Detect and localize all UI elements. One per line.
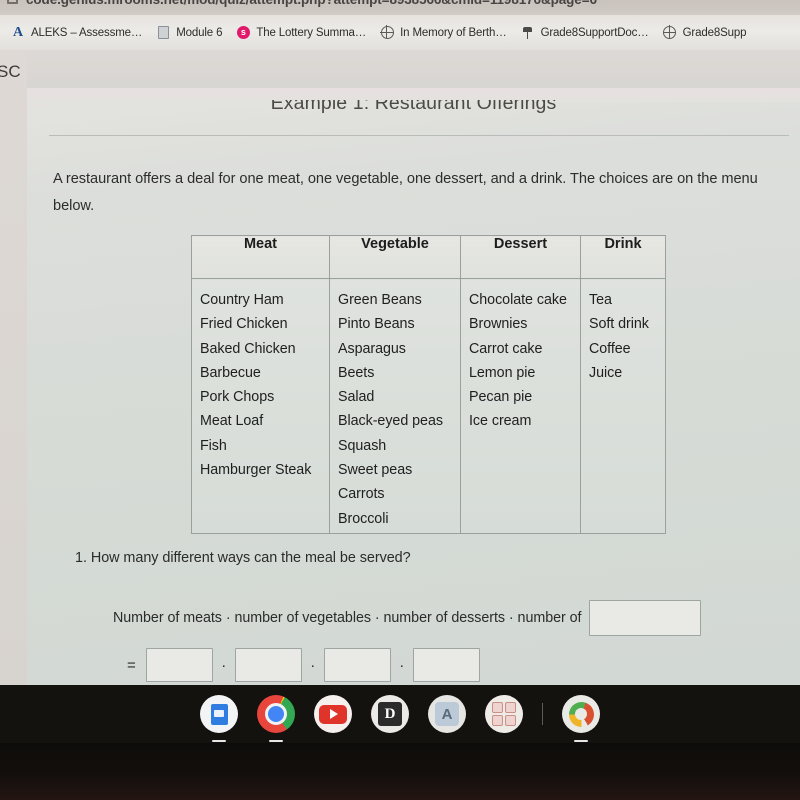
document-icon — [156, 26, 170, 40]
list-item: Squash — [338, 437, 387, 454]
list-item: Barbecue — [200, 364, 261, 381]
table-body-row: Country Ham Fried Chicken Baked Chicken Bar… — [191, 278, 666, 534]
screen: code.genius.mrooms.net/mod/quiz/attempt.… — [0, 0, 800, 800]
list-item: Hamburger Steak — [200, 462, 312, 479]
bookmark-label: In Memory of Berth… — [400, 26, 507, 39]
bookmark-module-6[interactable]: Module 6 — [149, 20, 229, 46]
bookmark-label: Module 6 — [176, 26, 223, 39]
multiply-dot: · — [310, 656, 316, 674]
browser-address-bar[interactable]: code.genius.mrooms.net/mod/quiz/attempt.… — [0, 0, 800, 15]
menu-table: Meat Vegetable Dessert Drink Country Ham… — [191, 235, 666, 534]
list-item: Sweet peas — [338, 462, 413, 479]
cell-drink-list: Tea Soft drink Coffee Juice — [580, 278, 666, 534]
list-item: Fried Chicken — [200, 316, 288, 333]
list-item: Beets — [338, 364, 375, 381]
table-header-row: Meat Vegetable Dessert Drink — [191, 235, 666, 279]
equals-sign: = — [127, 656, 136, 674]
globe-icon — [380, 26, 394, 40]
dessert-list: Chocolate cake Brownies Carrot cake Lemon p… — [469, 288, 580, 434]
pink-circle-icon: s — [236, 26, 250, 40]
page-left-rail — [0, 50, 27, 685]
address-bar-url: code.genius.mrooms.net/mod/quiz/attempt.… — [26, 0, 597, 7]
desmos-icon[interactable]: D — [371, 695, 409, 733]
taskbar-icons: D A — [0, 685, 800, 743]
google-slides-icon[interactable] — [200, 695, 238, 733]
aleks-icon: A — [12, 24, 24, 40]
multiply-dot: · — [399, 656, 405, 674]
equation-input-drinks[interactable] — [412, 648, 480, 682]
column-header-meat: Meat — [191, 235, 330, 279]
equation-row: = · · · — [127, 648, 480, 682]
formula-label: Number of meats · number of vegetables ·… — [113, 610, 582, 626]
bookmark-the-lottery-summary[interactable]: s The Lottery Summa… — [229, 20, 373, 46]
equation-input-meats[interactable] — [145, 648, 213, 682]
question-1-text: 1. How many different ways can the meal … — [75, 550, 411, 566]
column-header-vegetable: Vegetable — [329, 235, 461, 279]
list-item: Carrot cake — [469, 340, 543, 357]
list-item: Chocolate cake — [469, 292, 567, 308]
bookmark-label: Grade8SupportDoc… — [540, 26, 649, 39]
lock-icon — [7, 0, 18, 4]
divider — [49, 135, 789, 136]
list-item: Pecan pie — [469, 389, 533, 406]
cell-meat-list: Country Ham Fried Chicken Baked Chicken Bar… — [191, 278, 330, 534]
taskbar: D A — [0, 685, 800, 743]
list-item: Pork Chops — [200, 389, 275, 406]
calculator-grid-icon[interactable] — [485, 695, 523, 733]
cell-dessert-list: Chocolate cake Brownies Carrot cake Lemon p… — [460, 278, 581, 534]
list-item: Ice cream — [469, 413, 532, 430]
list-item: Baked Chicken — [200, 340, 296, 357]
bookmark-grade8supp[interactable]: Grade8Supp — [656, 20, 754, 46]
formula-row: Number of meats · number of vegetables ·… — [113, 600, 783, 636]
chrome-icon[interactable] — [257, 695, 295, 733]
cell-vegetable-list: Green Beans Pinto Beans Asparagus Beets Sala… — [329, 278, 461, 534]
list-item: Country Ham — [200, 292, 284, 308]
taskbar-separator — [542, 703, 543, 725]
youtube-icon[interactable] — [314, 695, 352, 733]
vegetable-list: Green Beans Pinto Beans Asparagus Beets Sala… — [338, 288, 460, 531]
intro-paragraph: A restaurant offers a deal for one meat,… — [53, 171, 758, 214]
list-item: Pinto Beans — [338, 316, 415, 333]
bookmark-label: ALEKS – Assessme… — [31, 26, 143, 39]
meat-list: Country Ham Fried Chicken Baked Chicken Bar… — [200, 288, 329, 482]
activity-ring-icon[interactable] — [562, 695, 600, 733]
column-header-drink: Drink — [580, 235, 666, 279]
column-header-dessert: Dessert — [460, 235, 581, 279]
list-item: Salad — [338, 389, 375, 406]
list-item: Fish — [200, 437, 227, 454]
desmos-letter: D — [378, 702, 402, 726]
globe-icon — [662, 26, 677, 40]
pin-icon — [521, 26, 535, 40]
answer-blank-drinks[interactable] — [589, 600, 702, 636]
list-item: Broccoli — [338, 510, 389, 527]
list-item: Juice — [589, 364, 623, 381]
aleks-letter: A — [435, 702, 459, 726]
list-item: Brownies — [469, 316, 528, 333]
bookmark-label: Grade8Supp — [682, 26, 747, 39]
bookmarks-bar: A ALEKS – Assessme… Module 6 s The Lotte… — [0, 15, 800, 50]
list-item: Soft drink — [589, 316, 649, 333]
card-top-tint — [27, 88, 800, 102]
list-item: Asparagus — [338, 340, 406, 357]
corner-label: SC — [0, 62, 21, 81]
bookmark-aleks-assessment[interactable]: A ALEKS – Assessme… — [4, 20, 149, 46]
list-item: Green Beans — [338, 292, 422, 308]
bookmark-in-memory-of-berth[interactable]: In Memory of Berth… — [373, 20, 513, 46]
drink-list: Tea Soft drink Coffee Juice — [589, 288, 665, 385]
list-item: Tea — [589, 292, 612, 308]
bookmark-grade8supportdoc[interactable]: Grade8SupportDoc… — [514, 20, 656, 46]
bookmark-label: The Lottery Summa… — [256, 26, 367, 39]
list-item: Black-eyed peas — [338, 413, 443, 430]
equation-input-vegetables[interactable] — [234, 648, 302, 682]
aleks-app-icon[interactable]: A — [428, 695, 466, 733]
list-item: Carrots — [338, 486, 385, 503]
multiply-dot: · — [221, 656, 227, 674]
quiz-content-card: Example 1: Restaurant Offerings A restau… — [27, 88, 800, 685]
list-item: Meat Loaf — [200, 413, 264, 430]
list-item: Coffee — [589, 340, 631, 357]
screen-bottom-bezel — [0, 743, 800, 800]
equation-input-desserts[interactable] — [323, 648, 391, 682]
list-item: Lemon pie — [469, 364, 536, 381]
